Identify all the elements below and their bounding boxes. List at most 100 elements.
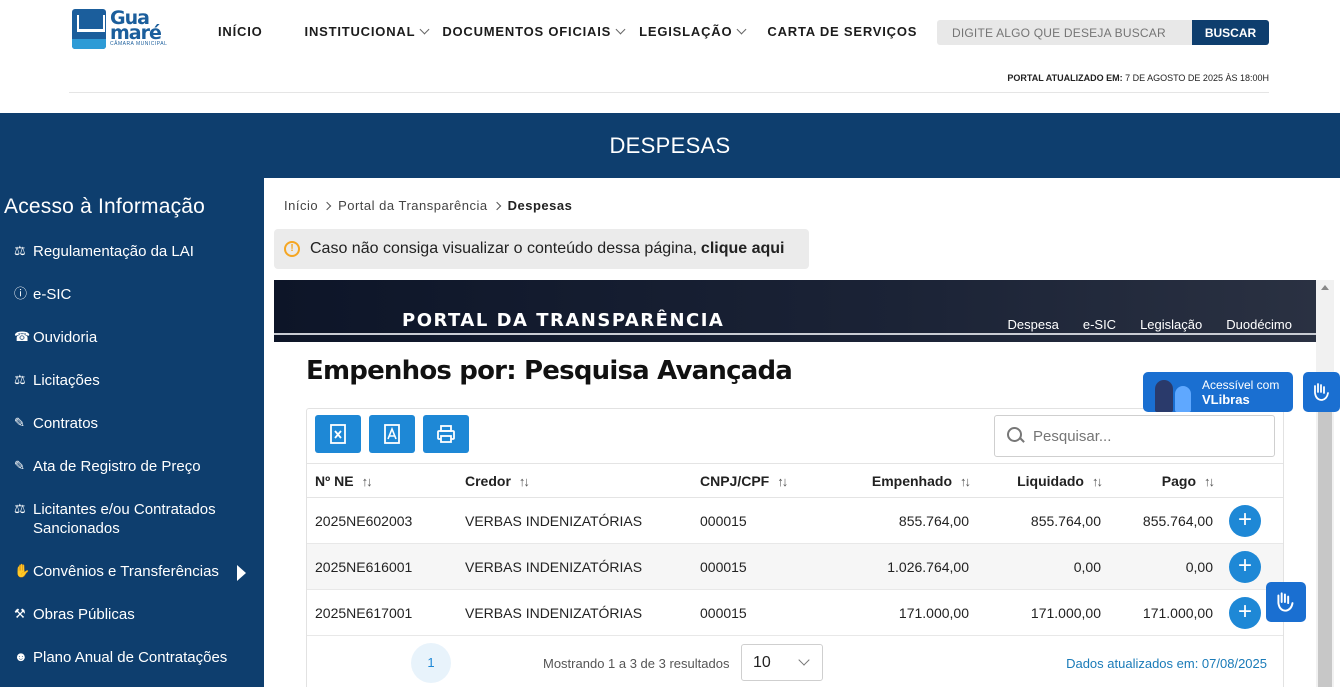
nav-inicio-label: INÍCIO xyxy=(218,24,263,39)
sidebar-item-contratos[interactable]: ✎ Contratos xyxy=(14,414,254,433)
handshake-icon: ✋ xyxy=(14,563,31,578)
scrollbar-thumb[interactable] xyxy=(1318,390,1332,687)
search-icon xyxy=(1007,427,1025,445)
site-header: Gua maré CÂMARA MUNICIPAL INÍCIO INSTITU… xyxy=(0,0,1340,113)
export-excel-button[interactable] xyxy=(315,415,361,453)
nav-carta-servicos[interactable]: CARTA DE SERVIÇOS xyxy=(767,24,917,39)
sidebar-item-regulamentacao-lai[interactable]: ⚖ Regulamentação da LAI xyxy=(14,242,254,261)
portal-header: PORTAL DA TRANSPARÊNCIA Despesa e-SIC Le… xyxy=(274,280,1316,342)
pagination-page-1[interactable]: 1 xyxy=(411,643,451,683)
sidebar-item-label: Plano Anual de Contratações xyxy=(33,649,228,666)
sidebar-item-obras-publicas[interactable]: ⚒ Obras Públicas xyxy=(14,605,254,624)
sidebar-item-convenios-transferencias[interactable]: ✋ Convênios e Transferências xyxy=(14,562,254,581)
expand-row-button[interactable]: + xyxy=(1229,596,1261,629)
table-row: 2025NE617001 VERBAS INDENIZATÓRIAS 00001… xyxy=(307,589,1283,636)
logo[interactable]: Gua maré CÂMARA MUNICIPAL xyxy=(72,8,172,50)
sidebar-item-label: Licitações xyxy=(33,372,100,389)
print-button[interactable] xyxy=(423,415,469,453)
sign-language-icon xyxy=(1313,383,1329,401)
document-edit-icon: ✎ xyxy=(14,415,25,430)
sidebar-item-ouvidoria[interactable]: ☎ Ouvidoria xyxy=(14,328,254,347)
table-header-row: Nº NE ↑↓ Credor ↑↓ CNPJ/CPF ↑↓ Empenhado ↑↓ … xyxy=(307,463,1283,498)
cell-cnpj: 000015 xyxy=(692,497,832,544)
col-credor-label: Credor xyxy=(465,472,511,489)
sort-icon[interactable]: ↑↓ xyxy=(519,474,530,489)
sidebar-item-ata-registro-preco[interactable]: ✎ Ata de Registro de Preço xyxy=(14,457,254,476)
vlibras-line1: Acessível com xyxy=(1202,378,1280,392)
nav-legislacao[interactable]: LEGISLAÇÃO xyxy=(639,24,747,39)
portal-updated-label: PORTAL ATUALIZADO EM: xyxy=(1007,73,1123,83)
portal-updated: PORTAL ATUALIZADO EM: 7 DE AGOSTO DE 202… xyxy=(1007,73,1269,83)
chevron-down-icon xyxy=(615,24,626,35)
sidebar-item-licitantes-sancionados[interactable]: ⚖ Licitantes e/ou Contratados Sancionados xyxy=(14,500,254,538)
frame-scrollbar[interactable] xyxy=(1316,280,1334,687)
vlibras-line2: VLibras xyxy=(1202,392,1250,407)
scroll-up-arrow-icon[interactable] xyxy=(1321,285,1329,290)
cell-ne: 2025NE602003 xyxy=(307,497,457,544)
vlibras-hands-button[interactable] xyxy=(1303,372,1340,412)
table-search-input[interactable] xyxy=(1033,427,1253,445)
nav-documentos-label: DOCUMENTOS OFICIAIS xyxy=(442,24,612,39)
sort-icon[interactable]: ↑↓ xyxy=(777,474,788,489)
col-cnpj-label: CNPJ/CPF xyxy=(700,472,770,489)
sidebar-item-label: Ata de Registro de Preço xyxy=(33,458,201,475)
page-title-band: DESPESAS xyxy=(0,113,1340,178)
portal-nav-esic[interactable]: e-SIC xyxy=(1083,317,1116,332)
site-search-button[interactable]: BUSCAR xyxy=(1192,20,1269,45)
vlibras-avatars-icon xyxy=(1151,376,1201,412)
col-empenhado[interactable]: Empenhado ↑↓ xyxy=(832,463,977,498)
cell-liquidado: 171.000,00 xyxy=(977,589,1109,636)
expand-row-button[interactable]: + xyxy=(1229,504,1261,537)
megaphone-icon: ☎ xyxy=(14,329,31,344)
pdf-icon xyxy=(384,424,400,444)
export-pdf-button[interactable] xyxy=(369,415,415,453)
col-pago[interactable]: Pago ↑↓ xyxy=(1109,463,1221,498)
portal-nav-duodecimo[interactable]: Duodécimo xyxy=(1226,317,1292,332)
col-liquidado-label: Liquidado xyxy=(1017,472,1084,489)
col-credor[interactable]: Credor ↑↓ xyxy=(457,463,692,498)
sidebar-item-esic[interactable]: ⓘ e-SIC xyxy=(14,285,254,304)
sort-icon[interactable]: ↑↓ xyxy=(362,474,373,489)
expand-row-button[interactable]: + xyxy=(1229,550,1261,583)
nav-institucional[interactable]: INSTITUCIONAL xyxy=(305,24,430,39)
cell-cnpj: 000015 xyxy=(692,589,832,636)
chevron-right-icon xyxy=(322,201,332,210)
table-row: 2025NE602003 VERBAS INDENIZATÓRIAS 00001… xyxy=(307,497,1283,544)
gavel-icon: ⚖ xyxy=(14,243,26,258)
breadcrumb-inicio[interactable]: Início xyxy=(284,198,318,213)
accessibility-hands-button[interactable] xyxy=(1266,582,1306,622)
results-summary: Mostrando 1 a 3 de 3 resultados xyxy=(543,656,730,671)
sort-icon[interactable]: ↑↓ xyxy=(1204,474,1215,489)
breadcrumb-portal[interactable]: Portal da Transparência xyxy=(338,198,488,213)
table-search[interactable] xyxy=(994,415,1275,457)
logo-text-line3: CÂMARA MUNICIPAL xyxy=(110,41,168,47)
col-liquidado[interactable]: Liquidado ↑↓ xyxy=(977,463,1109,498)
page-size-select[interactable]: 10 xyxy=(741,644,823,681)
site-search-input[interactable] xyxy=(937,20,1193,45)
chevron-down-icon xyxy=(736,24,747,35)
caret-right-icon[interactable] xyxy=(237,565,246,581)
sidebar-item-label: Licitantes e/ou Contratados Sancionados xyxy=(33,501,216,537)
portal-title: PORTAL DA TRANSPARÊNCIA xyxy=(402,310,725,331)
portal-nav-despesa[interactable]: Despesa xyxy=(1008,317,1059,332)
sort-icon[interactable]: ↑↓ xyxy=(1092,474,1103,489)
breadcrumb-current: Despesas xyxy=(507,198,573,213)
sidebar-item-licitacoes[interactable]: ⚖ Licitações xyxy=(14,371,254,390)
sidebar-item-label: Convênios e Transferências xyxy=(33,563,219,580)
portal-nav-legislacao[interactable]: Legislação xyxy=(1140,317,1202,332)
sidebar-item-label: e-SIC xyxy=(33,286,72,303)
col-ne[interactable]: Nº NE ↑↓ xyxy=(307,463,457,498)
info-alert: ! Caso não consiga visualizar o conteúdo… xyxy=(274,229,809,269)
gavel-icon: ⚖ xyxy=(14,501,26,516)
sidebar-item-label: Regulamentação da LAI xyxy=(33,243,194,260)
excel-icon xyxy=(330,424,346,444)
col-cnpj[interactable]: CNPJ/CPF ↑↓ xyxy=(692,463,832,498)
nav-inicio[interactable]: INÍCIO xyxy=(218,24,263,39)
info-icon: ⓘ xyxy=(14,286,28,301)
vlibras-banner[interactable]: Acessível com VLibras xyxy=(1143,372,1293,412)
sort-icon[interactable]: ↑↓ xyxy=(960,474,971,489)
data-updated-text: Dados atualizados em: 07/08/2025 xyxy=(1066,656,1267,671)
alert-link[interactable]: clique aqui xyxy=(701,240,785,258)
nav-documentos-oficiais[interactable]: DOCUMENTOS OFICIAIS xyxy=(442,24,626,39)
sidebar-item-plano-anual[interactable]: ☻ Plano Anual de Contratações xyxy=(14,648,254,667)
